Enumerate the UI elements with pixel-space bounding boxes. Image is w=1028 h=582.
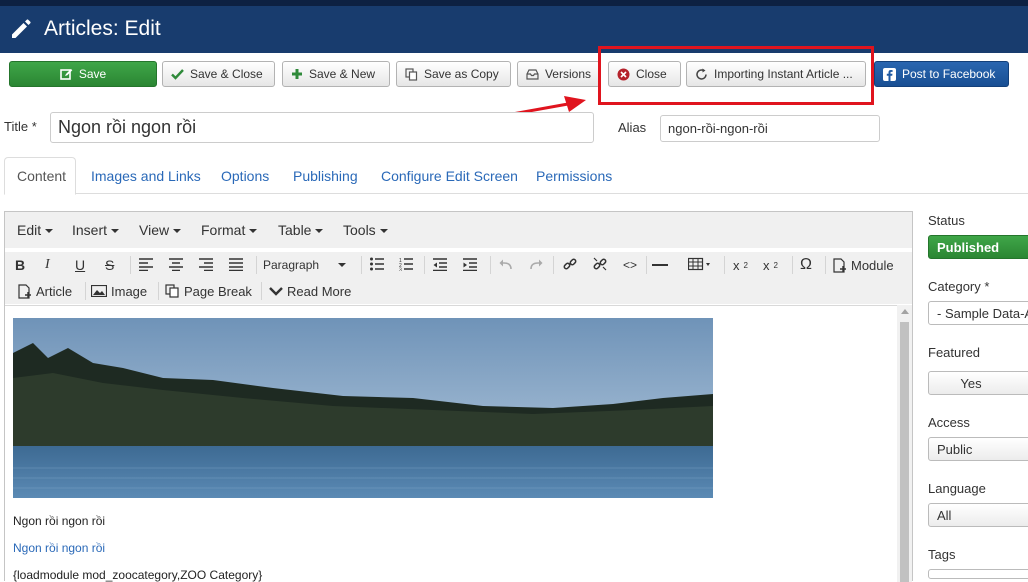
menu-view[interactable]: View xyxy=(139,222,182,238)
page-break-button[interactable]: Page Break xyxy=(165,281,252,301)
loadmodule-text: {loadmodule mod_zoocategory,ZOO Category… xyxy=(13,568,263,582)
tab-options[interactable]: Options xyxy=(209,157,281,194)
save-and-new-button[interactable]: Save & New xyxy=(282,61,390,87)
redo-icon[interactable] xyxy=(529,258,543,270)
article-button[interactable]: Article xyxy=(18,281,72,301)
scroll-up-icon xyxy=(901,309,909,314)
underline-icon[interactable]: U xyxy=(75,255,85,275)
copy-icon xyxy=(405,67,418,81)
archive-icon xyxy=(526,68,539,80)
tab-images-and-links[interactable]: Images and Links xyxy=(79,157,213,194)
read-more-button[interactable]: Read More xyxy=(269,281,351,301)
save-button[interactable]: Save xyxy=(9,61,157,87)
edit-icon xyxy=(60,68,73,80)
access-select[interactable]: Public xyxy=(928,437,1028,461)
link-icon[interactable] xyxy=(563,257,577,271)
save-as-copy-label: Save as Copy xyxy=(424,67,499,81)
indent-icon[interactable] xyxy=(463,258,477,271)
plus-icon xyxy=(292,69,302,79)
category-label: Category * xyxy=(928,279,990,294)
header-top-strip xyxy=(0,0,1028,6)
copy-icon xyxy=(165,284,179,298)
facebook-icon xyxy=(883,67,896,81)
language-select[interactable]: All xyxy=(928,503,1028,527)
chevron-down-icon xyxy=(269,287,283,296)
save-and-close-label: Save & Close xyxy=(190,67,263,81)
save-label: Save xyxy=(78,67,107,81)
format-select[interactable]: Paragraph xyxy=(263,255,319,275)
svg-text:3: 3 xyxy=(399,268,402,272)
align-center-icon[interactable] xyxy=(169,258,183,271)
editor-menubar: Edit Insert View Format Table Tools xyxy=(5,212,912,248)
module-button[interactable]: Module xyxy=(833,255,894,275)
subscript-icon[interactable]: x2 xyxy=(733,255,748,275)
menu-tools[interactable]: Tools xyxy=(343,222,388,238)
status-published-button[interactable]: Published xyxy=(928,235,1028,259)
unlink-icon[interactable] xyxy=(593,257,607,271)
paragraph-link[interactable]: Ngon rồi ngon rồi xyxy=(13,541,105,555)
rich-text-editor: Edit Insert View Format Table Tools B I … xyxy=(4,211,913,582)
tags-label: Tags xyxy=(928,547,956,562)
tab-publishing[interactable]: Publishing xyxy=(281,157,370,194)
versions-label: Versions xyxy=(544,67,591,81)
editor-toolbar-row-2: Article Image Page Break Read More xyxy=(5,278,912,304)
chevron-down-icon xyxy=(338,263,346,267)
align-right-icon[interactable] xyxy=(199,258,213,271)
italic-icon[interactable]: I xyxy=(45,255,50,275)
bullet-list-icon[interactable] xyxy=(370,257,384,271)
save-as-copy-button[interactable]: Save as Copy xyxy=(396,61,511,87)
pencil-icon xyxy=(12,19,31,38)
save-and-close-button[interactable]: Save & Close xyxy=(162,61,275,87)
numbered-list-icon[interactable]: 123 xyxy=(399,257,413,271)
menu-format[interactable]: Format xyxy=(201,222,258,238)
page-title: Articles: Edit xyxy=(44,17,161,40)
menu-insert[interactable]: Insert xyxy=(72,222,120,238)
post-to-facebook-label: Post to Facebook xyxy=(902,67,996,81)
featured-yes-button[interactable]: Yes xyxy=(928,371,1028,395)
document-plus-icon xyxy=(833,257,846,273)
versions-button[interactable]: Versions xyxy=(517,61,600,87)
lake-image xyxy=(13,318,713,498)
undo-icon[interactable] xyxy=(499,258,513,270)
check-icon xyxy=(171,69,184,80)
save-and-new-label: Save & New xyxy=(309,67,376,81)
featured-label: Featured xyxy=(928,345,981,360)
tab-content[interactable]: Content xyxy=(4,157,76,195)
editor-content-area[interactable]: Ngon rồi ngon rồi Ngon rồi ngon rồi {loa… xyxy=(5,305,897,582)
language-label: Language xyxy=(928,481,986,496)
scrollbar-thumb[interactable] xyxy=(900,322,909,582)
status-label: Status xyxy=(928,213,965,228)
tab-permissions[interactable]: Permissions xyxy=(524,157,624,194)
title-label: Title * xyxy=(4,119,37,134)
tab-bar: Content Images and Links Options Publish… xyxy=(4,157,1028,195)
alias-label: Alias xyxy=(618,120,647,135)
editor-scrollbar[interactable] xyxy=(897,305,912,582)
editor-toolbar-row-1: B I U S Paragraph 123 <> x2 x2 Ω Module xyxy=(5,252,912,278)
code-icon[interactable]: <> xyxy=(623,255,637,275)
category-select[interactable]: - Sample Data-A xyxy=(928,301,1028,325)
title-input[interactable]: Ngon rồi ngon rồi xyxy=(50,112,594,143)
strikethrough-icon[interactable]: S xyxy=(105,255,114,275)
menu-table[interactable]: Table xyxy=(278,222,324,238)
tab-configure-edit-screen[interactable]: Configure Edit Screen xyxy=(369,157,530,194)
table-icon[interactable] xyxy=(688,257,714,271)
annotation-highlight-box xyxy=(598,46,874,105)
paragraph-text: Ngon rồi ngon rồi xyxy=(13,514,106,528)
align-left-icon[interactable] xyxy=(139,258,153,271)
picture-icon xyxy=(91,285,107,297)
image-button[interactable]: Image xyxy=(91,281,147,301)
access-label: Access xyxy=(928,415,970,430)
alias-input[interactable]: ngon-rồi-ngon-rồi xyxy=(660,115,880,142)
menu-edit[interactable]: Edit xyxy=(17,222,54,238)
special-character-icon[interactable]: Ω xyxy=(800,255,812,275)
align-justify-icon[interactable] xyxy=(229,258,243,271)
post-to-facebook-button[interactable]: Post to Facebook xyxy=(874,61,1009,87)
document-plus-icon xyxy=(18,283,31,299)
horizontal-rule-icon[interactable] xyxy=(652,264,668,266)
tags-input[interactable] xyxy=(928,569,1028,579)
outdent-icon[interactable] xyxy=(433,258,447,271)
bold-icon[interactable]: B xyxy=(15,255,25,275)
superscript-icon[interactable]: x2 xyxy=(763,255,778,275)
